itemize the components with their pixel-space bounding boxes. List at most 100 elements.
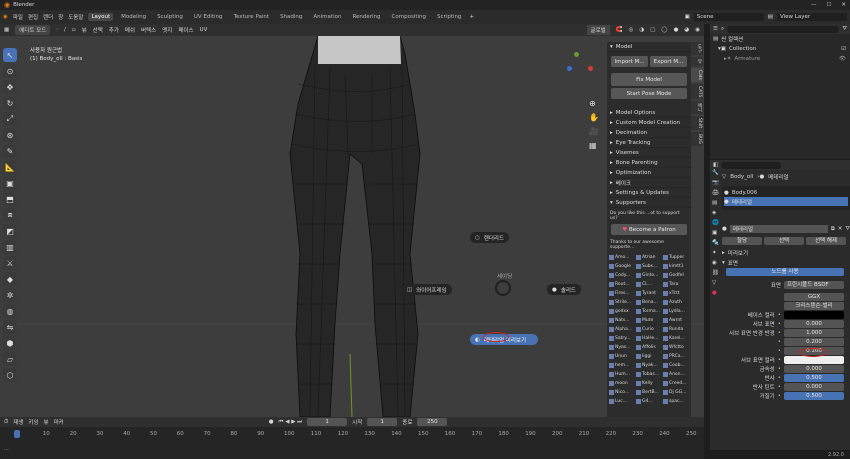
supporter-item[interactable]: BertB... xyxy=(636,388,662,396)
supporter-item[interactable]: Satry... xyxy=(609,334,635,342)
select-face-icon[interactable]: ▫ xyxy=(72,27,76,33)
shading-material-icon[interactable]: ◕ xyxy=(684,27,689,33)
section-visemes[interactable]: ▸ Visemes xyxy=(607,148,691,158)
end-frame-field[interactable]: 250 xyxy=(417,418,448,426)
timeline-menu-view[interactable]: 뷰 xyxy=(44,418,49,426)
supporter-item[interactable]: Coob... xyxy=(663,361,689,369)
menu-file[interactable]: 파일 xyxy=(13,13,23,21)
property-value-field[interactable]: 1.000 xyxy=(784,328,844,337)
current-frame-field[interactable]: 1 xyxy=(307,418,348,426)
subsurface-method-select[interactable]: 크리스텐슨-벌리 xyxy=(784,301,844,310)
play-controls-icon[interactable]: ⏮ ◀ ▶ ⏭ xyxy=(279,419,303,426)
section-bone-parenting[interactable]: ▸ Bone Parenting xyxy=(607,158,691,168)
preview-panel[interactable]: ▸ 미리보기 xyxy=(722,248,850,258)
model-section-header[interactable]: ▾ Model xyxy=(607,42,691,52)
tab-texture-paint[interactable]: Texture Paint xyxy=(231,13,273,21)
sidebar-tab-shift[interactable]: Shift xyxy=(691,116,703,131)
supporter-item[interactable]: Kelly xyxy=(636,379,662,387)
supporter-item[interactable]: Affolis xyxy=(636,343,662,351)
output-tab-icon[interactable]: 🖨 xyxy=(712,190,720,196)
move-tool-icon[interactable]: ✥ xyxy=(3,80,17,94)
supporter-item[interactable]: PRCa... xyxy=(663,352,689,360)
playhead[interactable] xyxy=(14,430,20,438)
vp-menu-vertex[interactable]: 버텍스 xyxy=(141,26,156,34)
socket-icon[interactable]: • xyxy=(778,384,781,390)
assign-button[interactable]: 할당 xyxy=(722,237,762,245)
pie-left-option[interactable]: ◫ 와이어프레임 xyxy=(402,284,452,295)
shrink-tool-icon[interactable]: ⬢ xyxy=(3,336,17,350)
sidebar-tab-anim[interactable]: 애니 xyxy=(691,101,703,114)
section-decimation[interactable]: ▸ Decimation xyxy=(607,128,691,138)
tab-scripting[interactable]: Scripting xyxy=(434,13,464,21)
gizmo-x-icon[interactable] xyxy=(588,66,593,71)
supporter-item[interactable]: Lydia... xyxy=(663,307,689,315)
supporter-item[interactable]: Nats... xyxy=(609,316,635,324)
timeline-menu-marker[interactable]: 마커 xyxy=(54,418,64,426)
supporter-item[interactable]: Tyrant xyxy=(636,289,662,297)
supporter-item[interactable]: Torma... xyxy=(636,307,662,315)
supporter-item[interactable]: Karel... xyxy=(663,334,689,342)
property-value-field[interactable]: 0.500 xyxy=(784,373,844,382)
tab-animation[interactable]: Animation xyxy=(310,13,344,21)
supporter-item[interactable]: liggi xyxy=(636,352,662,360)
supporter-item[interactable]: Nyak... xyxy=(636,361,662,369)
navigation-gizmo[interactable] xyxy=(560,52,593,82)
gizmo-z-icon[interactable] xyxy=(567,66,572,71)
checkbox-icon[interactable]: ☑ xyxy=(841,46,846,52)
supporter-item[interactable]: G4... xyxy=(636,397,662,405)
shading-wire-icon[interactable]: ◯ xyxy=(661,27,667,33)
add-cube-tool-icon[interactable]: ▣ xyxy=(3,176,17,190)
tab-compositing[interactable]: Compositing xyxy=(389,13,429,21)
filter-icon[interactable]: ⛛ xyxy=(845,226,850,233)
outliner-root[interactable]: ▤ 씬 컬렉션 xyxy=(710,34,850,44)
supporter-item[interactable]: Alpha... xyxy=(609,325,635,333)
edge-slide-tool-icon[interactable]: ⇋ xyxy=(3,320,17,334)
socket-icon[interactable]: • xyxy=(778,375,781,381)
start-frame-field[interactable]: 1 xyxy=(367,418,398,426)
section-custom-model[interactable]: ▸ Custom Model Creation xyxy=(607,118,691,128)
physics-tab-icon[interactable]: ◉ xyxy=(712,260,720,266)
props-search-input[interactable] xyxy=(721,161,782,169)
material-slot[interactable]: ● Body.006 xyxy=(724,188,848,197)
supporter-item[interactable]: HaHe... xyxy=(636,334,662,342)
supporter-item[interactable]: godxx xyxy=(609,307,635,315)
supporter-item[interactable]: Ginto... xyxy=(636,271,662,279)
supporter-item[interactable]: Rout... xyxy=(609,280,635,288)
supporter-item[interactable]: kimtt1 xyxy=(663,262,689,270)
supporter-item[interactable]: Nico... xyxy=(609,388,635,396)
xray-icon[interactable]: ▢ xyxy=(650,27,655,33)
socket-icon[interactable]: • xyxy=(778,348,781,354)
vp-menu-select[interactable]: 선택 xyxy=(93,26,103,34)
property-value-field[interactable]: 0.000 xyxy=(784,382,844,391)
measure-tool-icon[interactable]: 📐 xyxy=(3,160,17,174)
3d-viewport[interactable]: ⊕ ✋ 🎥 ▦ ○ 렌더리드 세이딩 ◫ 와이어프레임 ● 솔리드 ◐ 메테리얼 미리보… xyxy=(0,24,704,417)
socket-icon[interactable]: • xyxy=(778,393,781,399)
distribution-select[interactable]: GGX xyxy=(784,292,844,301)
property-value-field[interactable]: 0.000 xyxy=(784,364,844,373)
sidebar-tab-tool[interactable]: 도구 xyxy=(691,42,703,55)
supporter-item[interactable]: Curio xyxy=(636,325,662,333)
proportional-icon[interactable]: ◎ xyxy=(629,27,634,33)
property-value-field[interactable]: 0.000 xyxy=(784,319,844,328)
outliner-armature[interactable]: ▸✶ Armature 👁 xyxy=(710,54,850,64)
transform-tool-icon[interactable]: ⊛ xyxy=(3,128,17,142)
menu-help[interactable]: 도움말 xyxy=(68,13,83,21)
inset-tool-icon[interactable]: ⧈ xyxy=(3,208,17,222)
pan-icon[interactable]: ✋ xyxy=(589,113,599,122)
add-workspace-icon[interactable]: + xyxy=(470,14,475,20)
supporter-item[interactable]: Hum... xyxy=(609,370,635,378)
socket-icon[interactable]: • xyxy=(778,330,781,336)
visibility-icon[interactable]: 👁 xyxy=(839,56,846,62)
minimize-icon[interactable]: — xyxy=(811,2,817,8)
transform-orientation-select[interactable]: 글로벌 xyxy=(586,25,610,35)
zoom-icon[interactable]: ⊕ xyxy=(589,99,599,108)
supporter-item[interactable]: Bena... xyxy=(636,298,662,306)
supporter-item[interactable]: Tara xyxy=(663,280,689,288)
section-model-options[interactable]: ▸ Model Options xyxy=(607,108,691,118)
sidebar-tab-cats[interactable]: Cats xyxy=(691,67,703,82)
record-icon[interactable]: ● xyxy=(269,419,274,425)
timeline-type-icon[interactable]: ⏱ xyxy=(4,419,8,426)
vp-menu-add[interactable]: 추가 xyxy=(109,26,119,34)
import-model-button[interactable]: Import M... xyxy=(611,56,648,67)
bevel-tool-icon[interactable]: ◩ xyxy=(3,224,17,238)
